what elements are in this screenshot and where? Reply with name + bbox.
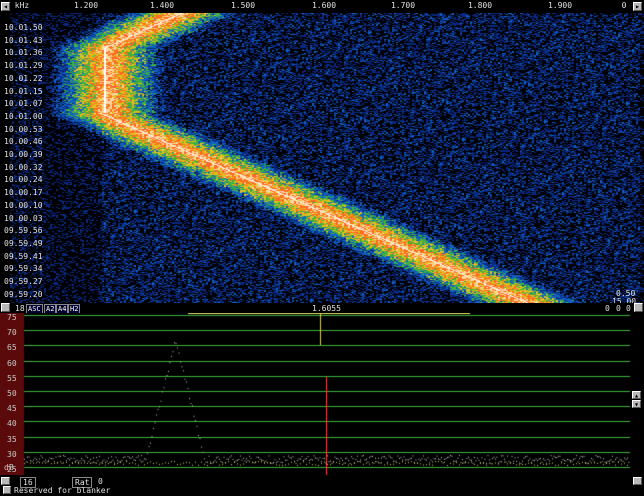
scale-down-button[interactable]: ▾ <box>632 400 641 409</box>
time-label: 10.01.00 <box>4 111 43 121</box>
time-label: 09.59.56 <box>4 226 43 236</box>
waterfall-display[interactable]: 10.01.50 10.01.43 10.01.36 10.01.29 10.01.22… <box>0 13 644 306</box>
time-label: 10.00.46 <box>4 137 43 147</box>
time-label: 10.01.29 <box>4 61 43 71</box>
spectrum-toolbar: 18 ASC A2 A4 H2 1.6055 0 0 0 <box>0 303 644 314</box>
time-label: 10.00.53 <box>4 124 43 134</box>
time-label: 10.01.43 <box>4 35 43 45</box>
db-tick-label: 50 <box>7 389 17 398</box>
db-tick-label: 65 <box>7 343 17 353</box>
time-label: 10.00.39 <box>4 150 43 159</box>
waterfall-image <box>0 13 644 303</box>
frequency-tick: 1.700 <box>390 1 416 10</box>
time-label: 09.59.20 <box>4 289 43 299</box>
frequency-unit-label: kHz <box>14 1 30 10</box>
time-label: 10.01.36 <box>4 48 43 58</box>
db-tick-label: 60 <box>7 358 17 368</box>
blanker-button[interactable] <box>3 486 11 494</box>
time-label: 10.01.15 <box>4 86 43 96</box>
time-label: 10.00.03 <box>4 213 43 223</box>
db-tick-label: 70 <box>7 328 17 338</box>
scroll-left-button[interactable]: ◂ <box>1 2 10 11</box>
frequency-scale: ◂ kHz 1.200 1.400 1.500 1.600 1.700 1.80… <box>0 0 644 14</box>
time-label: 10.00.10 <box>4 200 43 210</box>
frequency-tick: 1.600 <box>311 1 337 10</box>
cursor-frequency: 1.6055 <box>312 304 341 313</box>
frequency-tick: 1.900 <box>547 1 573 10</box>
frequency-tick: 1.400 <box>149 1 175 10</box>
time-label: 10.01.22 <box>4 73 43 83</box>
flag-1[interactable]: 0 <box>605 304 610 313</box>
time-label: 10.01.07 <box>4 99 43 109</box>
db-tick-label: 45 <box>7 404 17 414</box>
frequency-tick: 1.800 <box>467 1 493 10</box>
flag-3[interactable]: 0 <box>626 304 631 313</box>
time-label: 10.00.17 <box>4 188 43 198</box>
time-label: 10.00.24 <box>4 175 43 185</box>
toolbar-left-button[interactable] <box>1 303 10 312</box>
time-label: 09.59.49 <box>4 238 43 248</box>
time-label: 10.01.50 <box>4 23 43 32</box>
time-label: 09.59.34 <box>4 264 43 274</box>
db-tick-label: 30 <box>7 449 17 459</box>
flag-2[interactable]: 0 <box>616 304 621 313</box>
status-right-button[interactable] <box>633 477 642 485</box>
spectrum-display[interactable]: 75 70 65 60 55 50 45 40 35 30 25 dB ▴ ▾ <box>0 313 644 475</box>
status-message: Reserved for blanker <box>14 486 111 495</box>
db-tick-label: 40 <box>7 419 17 429</box>
scroll-right-button[interactable]: ▸ <box>633 2 642 11</box>
db-unit-label: dB <box>4 463 14 472</box>
frequency-tick: 1.200 <box>73 1 99 10</box>
toolbar-value: 18 <box>15 304 25 313</box>
time-label: 09.59.27 <box>4 277 43 286</box>
status-bar: 16 Rat 0 Reserved for blanker <box>0 476 644 496</box>
frequency-tick: 1.500 <box>230 1 256 10</box>
time-label: 10.00.32 <box>4 162 43 172</box>
top-right-readout: 0 <box>621 1 627 10</box>
scale-up-button[interactable]: ▴ <box>632 391 641 400</box>
toolbar-right-button[interactable] <box>634 303 643 312</box>
db-tick-label: 75 <box>7 313 17 322</box>
db-tick-label: 35 <box>7 434 17 444</box>
spectrum-plot <box>0 313 644 475</box>
time-label: 09.59.41 <box>4 251 43 261</box>
rat-value[interactable]: 0 <box>98 477 103 486</box>
db-tick-label: 55 <box>7 373 17 383</box>
status-left-button[interactable] <box>1 477 10 485</box>
